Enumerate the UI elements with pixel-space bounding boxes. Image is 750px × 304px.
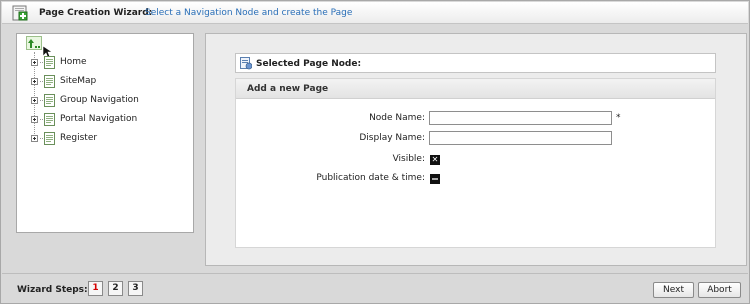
tree-node-group-navigation[interactable]: Group Navigation: [31, 93, 139, 107]
node-name-label: Node Name:: [369, 113, 425, 123]
expand-icon[interactable]: [31, 77, 38, 85]
expand-icon[interactable]: [31, 134, 38, 142]
required-mark: *: [616, 113, 621, 123]
wizard-step-1[interactable]: 1: [88, 281, 103, 296]
navigation-tree: Home SiteMap Group Navigation Portal Nav…: [16, 33, 194, 233]
display-name-input[interactable]: [429, 131, 612, 145]
visible-checkbox[interactable]: ✕: [430, 155, 440, 165]
tree-node-label: Group Navigation: [60, 95, 139, 105]
wizard-window: Page Creation Wizard: Select a Navigatio…: [0, 0, 750, 304]
form-title: Add a new Page: [247, 84, 329, 94]
wizard-step-2[interactable]: 2: [108, 281, 123, 296]
tree-node-home[interactable]: Home: [31, 55, 87, 69]
tree-node-label: Portal Navigation: [60, 114, 138, 124]
publication-date-checkbox[interactable]: [430, 174, 440, 184]
page-node-icon: [44, 93, 55, 107]
tree-node-portal-navigation[interactable]: Portal Navigation: [31, 112, 137, 126]
abort-button[interactable]: Abort: [698, 282, 741, 298]
form-header: Add a new Page: [236, 79, 715, 99]
display-name-label: Display Name:: [359, 133, 425, 143]
wizard-subtitle: Select a Navigation Node and create the …: [145, 8, 353, 18]
publication-date-label: Publication date & time:: [316, 173, 425, 183]
add-page-icon: [12, 5, 28, 21]
wizard-steps-label: Wizard Steps:: [17, 285, 88, 295]
page-node-icon: [44, 131, 55, 145]
tree-node-label: SiteMap: [60, 76, 97, 86]
page-node-icon: [44, 112, 55, 126]
footer-divider: [2, 273, 748, 274]
selected-page-node-label: Selected Page Node:: [256, 59, 362, 69]
tree-node-register[interactable]: Register: [31, 131, 97, 145]
node-name-input[interactable]: [429, 111, 612, 125]
page-form-panel: Selected Page Node: Add a new Page Node …: [205, 33, 747, 266]
tree-node-sitemap[interactable]: SiteMap: [31, 74, 96, 88]
wizard-step-3[interactable]: 3: [128, 281, 143, 296]
add-page-form: Add a new Page Node Name: * Display Name…: [235, 78, 716, 248]
page-node-icon: [44, 55, 55, 69]
page-node-icon: [240, 57, 252, 70]
next-button[interactable]: Next: [653, 282, 694, 298]
tree-node-label: Home: [60, 57, 87, 67]
page-node-icon: [44, 74, 55, 88]
visible-label: Visible:: [392, 154, 425, 164]
wizard-title: Page Creation Wizard:: [39, 8, 153, 18]
level-up-icon: [28, 39, 40, 48]
expand-icon[interactable]: [31, 58, 38, 66]
tree-node-label: Register: [60, 133, 98, 143]
wizard-header: Page Creation Wizard: Select a Navigatio…: [2, 2, 748, 24]
selected-page-node: Selected Page Node:: [235, 53, 716, 73]
level-up-button[interactable]: [26, 36, 42, 50]
expand-icon[interactable]: [31, 96, 38, 104]
expand-icon[interactable]: [31, 115, 38, 123]
